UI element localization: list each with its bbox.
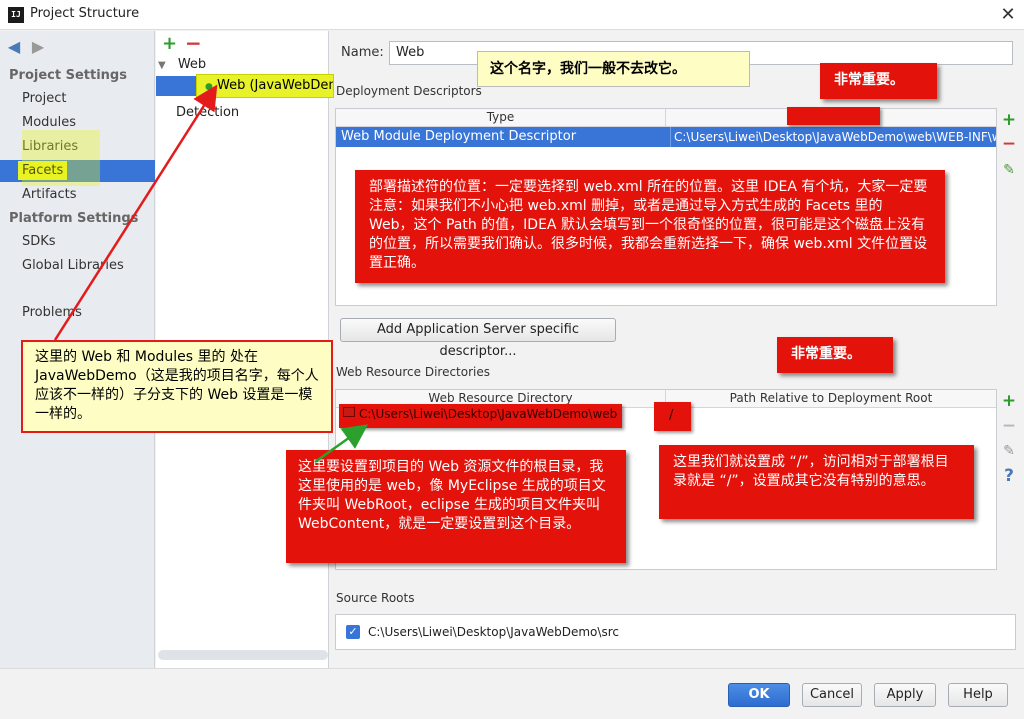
annotation-arrows bbox=[53, 84, 369, 464]
arrow-to-resource-dir bbox=[314, 424, 369, 464]
arrow-to-tree-node bbox=[53, 84, 218, 341]
